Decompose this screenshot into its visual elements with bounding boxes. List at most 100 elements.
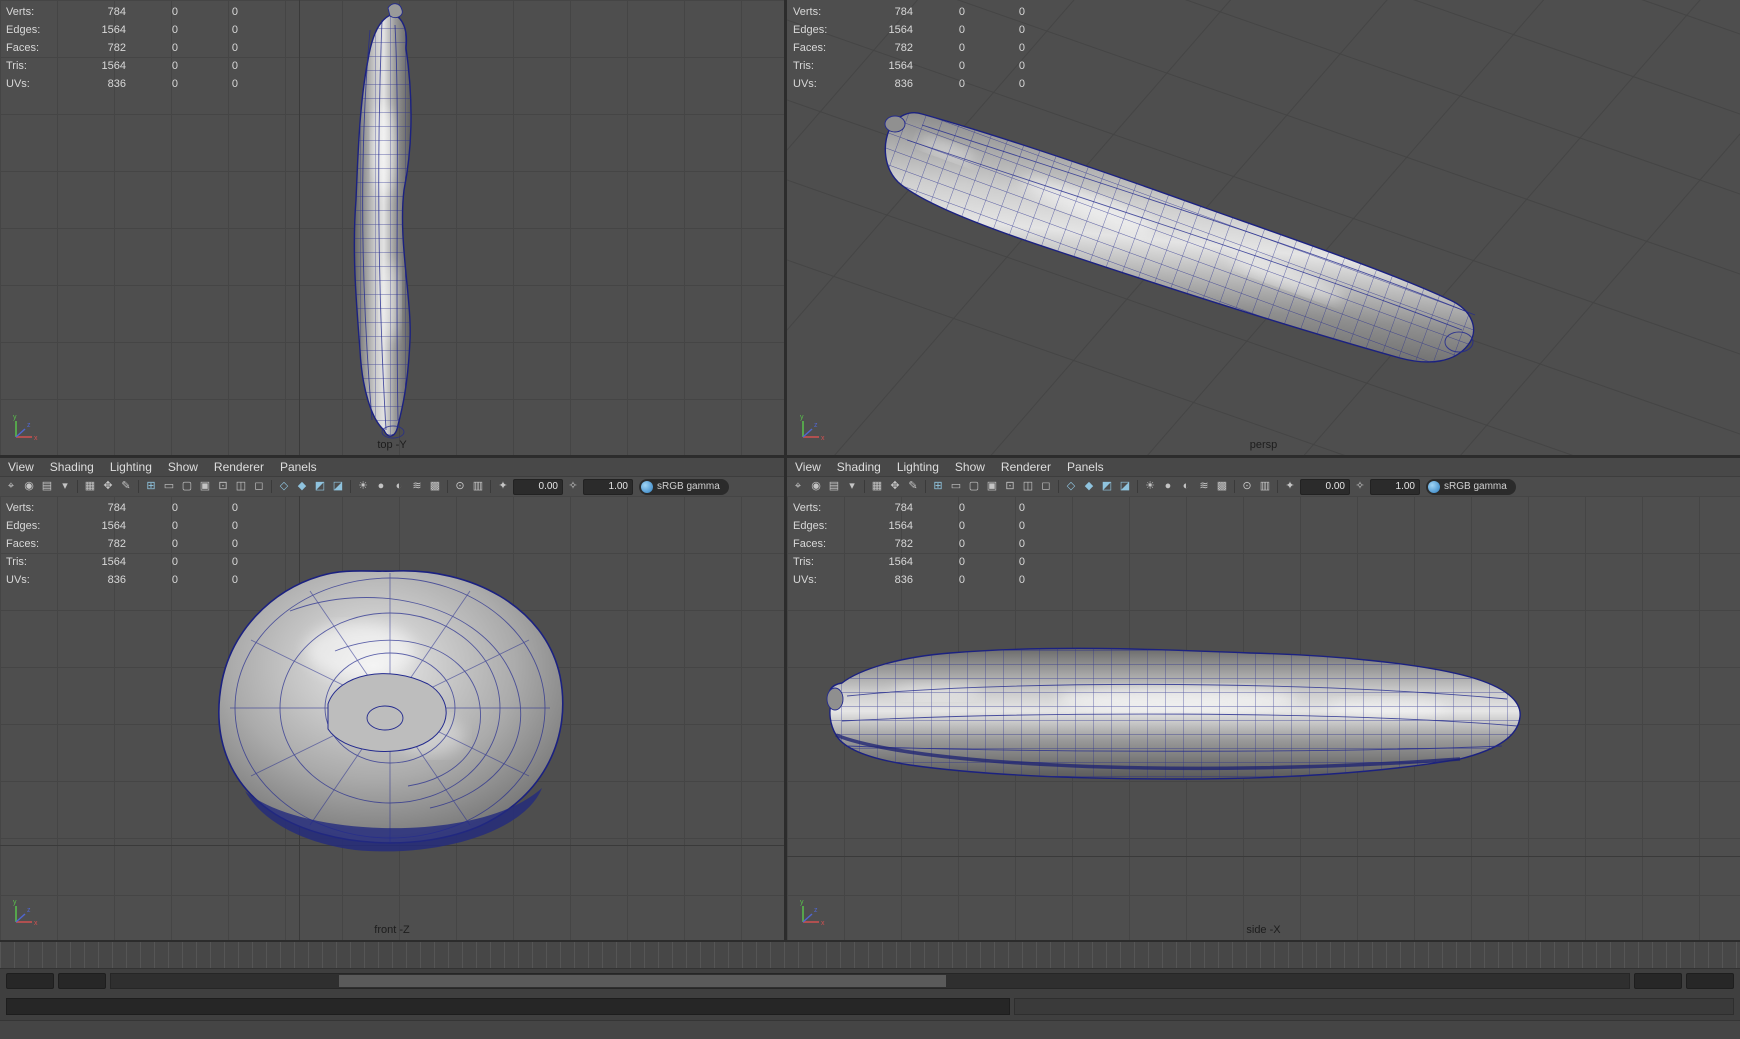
hud-stat-col2: 0 xyxy=(958,556,965,568)
select-camera-icon[interactable]: ⌖ xyxy=(3,479,19,494)
hud-stat-col2: 0 xyxy=(171,520,178,532)
playback-end-field[interactable] xyxy=(1686,973,1734,989)
gamma-icon[interactable]: ✧ xyxy=(1352,479,1368,494)
viewport-side[interactable]: Verts: 784 0 0 Edges: 1564 0 0 Faces: 782 0 0 Tris: 1… xyxy=(787,496,1740,940)
lock-camera-icon[interactable]: ◉ xyxy=(808,479,824,494)
textured-icon[interactable]: ◩ xyxy=(312,479,328,494)
safe-title-icon[interactable]: ◻ xyxy=(1038,479,1054,494)
grease-pencil-icon[interactable]: ✎ xyxy=(905,479,921,494)
menu-show[interactable]: Show xyxy=(955,460,985,474)
hud-stat-value: 836 xyxy=(107,574,126,586)
default-material-icon[interactable]: ◪ xyxy=(1117,479,1133,494)
bookmarks-icon[interactable]: ▾ xyxy=(844,479,860,494)
multisample-icon[interactable]: ▩ xyxy=(1214,479,1230,494)
field-chart-icon[interactable]: ⊡ xyxy=(1002,479,1018,494)
textured-icon[interactable]: ◩ xyxy=(1099,479,1115,494)
gate-mask-icon[interactable]: ▣ xyxy=(197,479,213,494)
shaded-icon[interactable]: ◆ xyxy=(294,479,310,494)
gamma-field[interactable]: 1.00 xyxy=(1370,478,1420,495)
hud-stat-col3: 0 xyxy=(231,24,238,36)
gamma-icon[interactable]: ✧ xyxy=(565,479,581,494)
viewport-top[interactable]: Verts: 784 0 0 Edges: 1564 0 0 Faces: 782 0 0 Tris: 1… xyxy=(0,0,784,455)
menu-lighting[interactable]: Lighting xyxy=(110,460,152,474)
safe-title-icon[interactable]: ◻ xyxy=(251,479,267,494)
viewport-front[interactable]: Verts: 784 0 0 Edges: 1564 0 0 Faces: 782 0 0 Tris: 1… xyxy=(0,496,784,940)
motion-blur-icon[interactable]: ≋ xyxy=(409,479,425,494)
exposure-icon[interactable]: ✦ xyxy=(1282,479,1298,494)
xray-icon[interactable]: ▥ xyxy=(470,479,486,494)
lights-icon[interactable]: ☀ xyxy=(355,479,371,494)
viewport-persp[interactable]: Verts: 784 0 0 Edges: 1564 0 0 Faces: 782 0 0 Tris: 1… xyxy=(787,0,1740,455)
hud-stat-col3: 0 xyxy=(231,574,238,586)
exposure-icon[interactable]: ✦ xyxy=(495,479,511,494)
menu-show[interactable]: Show xyxy=(168,460,198,474)
film-gate-icon[interactable]: ▭ xyxy=(161,479,177,494)
safe-action-icon[interactable]: ◫ xyxy=(233,479,249,494)
menu-shading[interactable]: Shading xyxy=(837,460,881,474)
menu-view[interactable]: View xyxy=(8,460,34,474)
grid-icon[interactable]: ⊞ xyxy=(143,479,159,494)
view-transform-chip[interactable]: sRGB gamma xyxy=(639,478,729,495)
menu-view[interactable]: View xyxy=(795,460,821,474)
svg-text:z: z xyxy=(27,422,31,429)
shaded-icon[interactable]: ◆ xyxy=(1081,479,1097,494)
command-line-input[interactable] xyxy=(6,998,1011,1015)
animation-end-field[interactable] xyxy=(1634,973,1682,989)
hud-row: UVs: 836 0 0 xyxy=(6,75,238,93)
view-transform-chip[interactable]: sRGB gamma xyxy=(1426,478,1516,495)
pan-zoom-icon[interactable]: ✥ xyxy=(100,479,116,494)
playback-start-field[interactable] xyxy=(6,973,54,989)
multisample-icon[interactable]: ▩ xyxy=(427,479,443,494)
toolbar-separator xyxy=(1058,480,1059,493)
resolution-gate-icon[interactable]: ▢ xyxy=(179,479,195,494)
default-material-icon[interactable]: ◪ xyxy=(330,479,346,494)
hud-row: Tris: 1564 0 0 xyxy=(6,57,238,75)
menu-shading[interactable]: Shading xyxy=(50,460,94,474)
isolate-select-icon[interactable]: ⊙ xyxy=(452,479,468,494)
camera-attributes-icon[interactable]: ▤ xyxy=(826,479,842,494)
exposure-field[interactable]: 0.00 xyxy=(1300,478,1350,495)
gate-mask-icon[interactable]: ▣ xyxy=(984,479,1000,494)
hud-stat-label: UVs: xyxy=(6,78,30,90)
viewport-camera-label: side -X xyxy=(1246,924,1281,936)
safe-action-icon[interactable]: ◫ xyxy=(1020,479,1036,494)
menu-renderer[interactable]: Renderer xyxy=(214,460,264,474)
occlusion-icon[interactable]: ◐ xyxy=(391,479,407,494)
motion-blur-icon[interactable]: ≋ xyxy=(1196,479,1212,494)
grease-pencil-icon[interactable]: ✎ xyxy=(118,479,134,494)
select-camera-icon[interactable]: ⌖ xyxy=(790,479,806,494)
menu-panels[interactable]: Panels xyxy=(280,460,317,474)
time-slider[interactable] xyxy=(0,942,1740,969)
camera-attributes-icon[interactable]: ▤ xyxy=(39,479,55,494)
image-plane-icon[interactable]: ▦ xyxy=(869,479,885,494)
resolution-gate-icon[interactable]: ▢ xyxy=(966,479,982,494)
lock-camera-icon[interactable]: ◉ xyxy=(21,479,37,494)
lights-icon[interactable]: ☀ xyxy=(1142,479,1158,494)
menu-renderer[interactable]: Renderer xyxy=(1001,460,1051,474)
wireframe-icon[interactable]: ◇ xyxy=(1063,479,1079,494)
hud-stat-col2: 0 xyxy=(958,6,965,18)
exposure-field[interactable]: 0.00 xyxy=(513,478,563,495)
hud-stat-value: 1564 xyxy=(101,556,126,568)
pan-zoom-icon[interactable]: ✥ xyxy=(887,479,903,494)
range-slider-handle[interactable] xyxy=(338,975,946,987)
field-chart-icon[interactable]: ⊡ xyxy=(215,479,231,494)
wireframe-icon[interactable]: ◇ xyxy=(276,479,292,494)
xray-icon[interactable]: ▥ xyxy=(1257,479,1273,494)
isolate-select-icon[interactable]: ⊙ xyxy=(1239,479,1255,494)
grid-icon[interactable]: ⊞ xyxy=(930,479,946,494)
gamma-field[interactable]: 1.00 xyxy=(583,478,633,495)
film-gate-icon[interactable]: ▭ xyxy=(948,479,964,494)
menu-lighting[interactable]: Lighting xyxy=(897,460,939,474)
animation-start-field[interactable] xyxy=(58,973,106,989)
range-slider[interactable] xyxy=(110,973,1630,989)
hud-stat-col2: 0 xyxy=(958,520,965,532)
shadows-icon[interactable]: ● xyxy=(373,479,389,494)
menu-panels[interactable]: Panels xyxy=(1067,460,1104,474)
hud-stat-value: 782 xyxy=(894,538,913,550)
hud-stat-col2: 0 xyxy=(958,42,965,54)
shadows-icon[interactable]: ● xyxy=(1160,479,1176,494)
occlusion-icon[interactable]: ◐ xyxy=(1178,479,1194,494)
image-plane-icon[interactable]: ▦ xyxy=(82,479,98,494)
bookmarks-icon[interactable]: ▾ xyxy=(57,479,73,494)
